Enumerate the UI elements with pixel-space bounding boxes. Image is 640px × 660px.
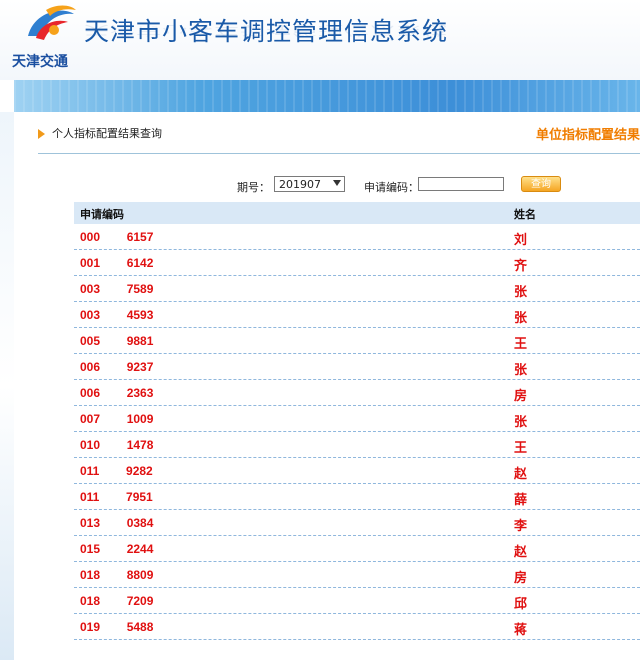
cell-application-code: 019 5488 [80,620,154,634]
table-row: 000 6157 刘 [74,224,640,250]
cell-applicant-name: 房 [514,571,528,586]
table-row: 011 7951 薛 [74,484,640,510]
site-header: 天津交通 天津市小客车调控管理信息系统 天津市小客车调控管理信息系统 [0,0,640,80]
table-row: 005 9881 王 [74,328,640,354]
result-table: 申请编码 姓名 000 6157 刘 001 6142 齐 003 7589 张 003 4… [74,202,640,640]
table-row: 003 7589 张 [74,276,640,302]
column-header-name: 姓名 [514,208,536,221]
table-row: 019 5488 蒋 [74,614,640,640]
table-row: 006 2363 房 [74,380,640,406]
section-title: 个人指标配置结果查询 [52,127,162,140]
cell-application-code: 011 9282 [80,464,153,478]
table-row: 007 1009 张 [74,406,640,432]
cell-application-code: 005 9881 [80,334,154,348]
cell-application-code: 003 7589 [80,282,154,296]
cell-application-code: 018 7209 [80,594,154,608]
tianjin-transport-logo: 天津交通 [12,5,76,70]
table-row: 015 2244 赵 [74,536,640,562]
logo-text: 天津交通 [12,53,68,70]
cell-applicant-name: 王 [514,337,528,352]
cell-applicant-name: 邱 [514,597,528,612]
site-title-reflection: 天津市小客车调控管理信息系统 [84,23,449,38]
cell-applicant-name: 张 [514,285,528,300]
period-label: 期号： [237,181,270,194]
section-divider [38,153,640,154]
cell-applicant-name: 王 [514,441,528,456]
table-row: 010 1478 王 [74,432,640,458]
banner-pattern [14,80,640,112]
cell-applicant-name: 李 [514,519,528,534]
cell-application-code: 007 1009 [80,412,154,426]
cell-application-code: 001 6142 [80,256,154,270]
column-header-code: 申请编码 [80,208,124,221]
cell-application-code: 018 8809 [80,568,154,582]
cell-application-code: 006 2363 [80,386,154,400]
table-row: 003 4593 张 [74,302,640,328]
cell-application-code: 006 9237 [80,360,154,374]
code-label: 申请编码： [364,181,419,194]
cell-applicant-name: 薛 [514,493,528,508]
cell-applicant-name: 蒋 [514,623,528,638]
cell-applicant-name: 张 [514,311,528,326]
table-header: 申请编码 姓名 [74,202,640,224]
table-row: 013 0384 李 [74,510,640,536]
code-input[interactable] [418,177,504,191]
chevron-down-icon [333,180,341,186]
cell-applicant-name: 赵 [514,545,528,560]
search-button[interactable]: 查询 [521,176,561,192]
table-row: 006 9237 张 [74,354,640,380]
cell-application-code: 010 1478 [80,438,154,452]
cell-application-code: 011 7951 [80,490,153,504]
period-select[interactable]: 201907 [274,176,345,192]
table-row: 011 9282 赵 [74,458,640,484]
cell-applicant-name: 房 [514,389,528,404]
table-row: 001 6142 齐 [74,250,640,276]
cell-application-code: 000 6157 [80,230,154,244]
cell-application-code: 003 4593 [80,308,154,322]
query-bar: 期号： 201907 申请编码： 查询 [0,174,640,198]
cell-application-code: 013 0384 [80,516,154,530]
banner-strip [14,80,640,112]
arrow-right-icon [38,129,45,139]
period-select-value: 201907 [279,178,321,191]
cell-applicant-name: 张 [514,363,528,378]
cell-application-code: 015 2244 [80,542,154,556]
table-row: 018 8809 房 [74,562,640,588]
cell-applicant-name: 张 [514,415,528,430]
cell-applicant-name: 刘 [514,233,528,248]
cell-applicant-name: 赵 [514,467,528,482]
section-bar: 个人指标配置结果查询 单位指标配置结果 [38,124,640,152]
cell-applicant-name: 齐 [514,259,528,274]
unit-result-link[interactable]: 单位指标配置结果 [536,124,640,143]
table-row: 018 7209 邱 [74,588,640,614]
